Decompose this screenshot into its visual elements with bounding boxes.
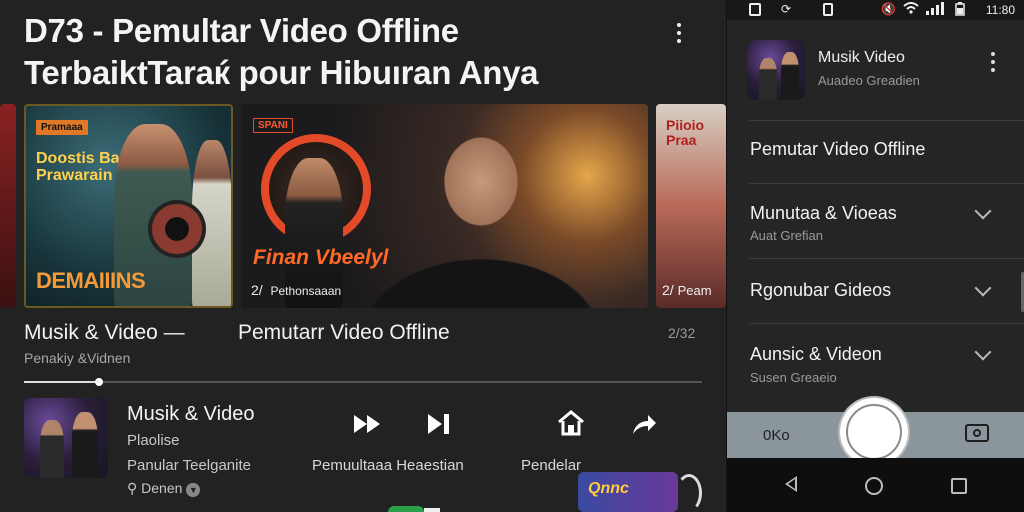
- featured-person-image: [361, 104, 601, 308]
- carousel-caption-title: Musik & Video —: [24, 321, 185, 344]
- divider: [749, 323, 1024, 324]
- now-playing-line: Plaolise: [127, 432, 180, 449]
- now-playing-line: ⚲ Denen ▼: [127, 480, 201, 497]
- carousel-caption-title: Pemutarr Video Offline: [238, 321, 450, 344]
- now-playing-thumbnail[interactable]: [24, 398, 108, 478]
- status-pill-tail: [424, 508, 440, 512]
- poster-bottom-text: DEMAIIINS: [36, 268, 146, 293]
- status-bar: ⟳ 🔇 11:80: [727, 0, 1024, 20]
- fast-forward-icon[interactable]: [350, 408, 386, 440]
- chevron-down-icon[interactable]: [974, 343, 992, 361]
- panel-more-icon[interactable]: [985, 52, 1001, 72]
- now-playing-line: Panular Teelganite: [127, 457, 251, 474]
- clock: 11:80: [985, 3, 1015, 17]
- menu-item-sub: Susen Greaeio: [750, 370, 837, 385]
- menu-item-music-videos[interactable]: Munutaa & Vioeas: [750, 203, 897, 224]
- chevron-down-icon[interactable]: [974, 279, 992, 297]
- carousel-thumb-3[interactable]: Piioio Praa 2/ Peam: [656, 104, 726, 308]
- share-icon[interactable]: [628, 408, 660, 440]
- panel-title: Musik Video: [818, 49, 905, 66]
- search-icon: ⚲: [127, 480, 138, 496]
- signal-icon: [925, 2, 947, 18]
- status-pill: [388, 506, 424, 512]
- capture-bar-label[interactable]: 0Ko: [763, 427, 790, 444]
- notification-icon: [749, 3, 761, 16]
- shutter-button[interactable]: [840, 398, 908, 466]
- page-title: D73 - Pemultar Video Offline TerbaiktTar…: [24, 10, 539, 94]
- home-icon[interactable]: [554, 406, 588, 440]
- dropdown-icon[interactable]: ▼: [186, 483, 201, 497]
- more-options-icon[interactable]: [668, 20, 690, 46]
- panel-subtitle: Auadeo Greadien: [818, 73, 920, 88]
- side-panel: ⟳ 🔇 11:80 Musik Video Auadeo Greadien Pe…: [726, 0, 1024, 512]
- progress-fill: [24, 381, 99, 383]
- divider: [749, 183, 1024, 184]
- button-label: Pendelar: [521, 457, 582, 474]
- poster-badge: SPANI: [253, 118, 293, 133]
- menu-item-sub: Auat Grefian: [750, 228, 823, 243]
- progress-knob[interactable]: [94, 378, 103, 386]
- thumb-counter: 2/ Peam: [662, 282, 712, 298]
- thumb-counter: 2/ Pethonsaaan: [251, 282, 342, 298]
- camera-icon[interactable]: [965, 424, 989, 442]
- divider: [749, 120, 1024, 121]
- main-area: D73 - Pemultar Video Offline TerbaiktTar…: [0, 0, 726, 512]
- drum-graphic: [148, 200, 206, 258]
- now-playing-title: Musik & Video: [127, 403, 255, 425]
- back-icon[interactable]: [785, 476, 797, 492]
- home-nav-icon[interactable]: [865, 477, 883, 495]
- title-line-1: D73 - Pemultar Video Offline: [24, 12, 459, 49]
- carousel-thumb-2[interactable]: SPANI Finan Vbeelyl 2/ Pethonsaaan: [241, 104, 648, 308]
- progress-bar[interactable]: [24, 378, 702, 386]
- page-indicator: 2/32: [668, 325, 696, 341]
- poster-text: Piioio Praa: [666, 117, 705, 148]
- lock-icon: [823, 3, 833, 16]
- menu-item-offline-player[interactable]: Pemutar Video Offline: [750, 139, 925, 160]
- wifi-icon: [903, 2, 919, 17]
- skip-next-icon[interactable]: [424, 408, 454, 440]
- divider: [749, 258, 1024, 259]
- menu-item-music-and-video[interactable]: Aunsic & Videon: [750, 344, 882, 365]
- battery-icon: [955, 2, 965, 19]
- menu-item-popular-videos[interactable]: Rgonubar Gideos: [750, 280, 891, 301]
- carousel-caption-sub: Penakiy &Vidnen: [24, 350, 131, 366]
- collapse-icon[interactable]: [676, 474, 702, 512]
- title-line-2: TerbaiktTaraќ pour Hibuıran Anya: [24, 54, 539, 91]
- sync-icon: ⟳: [781, 2, 792, 16]
- mute-icon: 🔇: [881, 2, 896, 16]
- poster-badge: Pramaaa: [36, 120, 88, 135]
- button-label: Pemuultaaa Heaestian: [312, 457, 464, 474]
- recents-icon[interactable]: [951, 478, 967, 494]
- chevron-down-icon[interactable]: [974, 202, 992, 220]
- carousel-thumb-1[interactable]: Pramaaa Doostis Bac Prawarain DEMAIIINS: [24, 104, 233, 308]
- carousel-thumb-partial-left[interactable]: [0, 104, 16, 308]
- floating-promo-card[interactable]: Qnnc: [578, 472, 678, 512]
- panel-album-art[interactable]: [747, 40, 805, 100]
